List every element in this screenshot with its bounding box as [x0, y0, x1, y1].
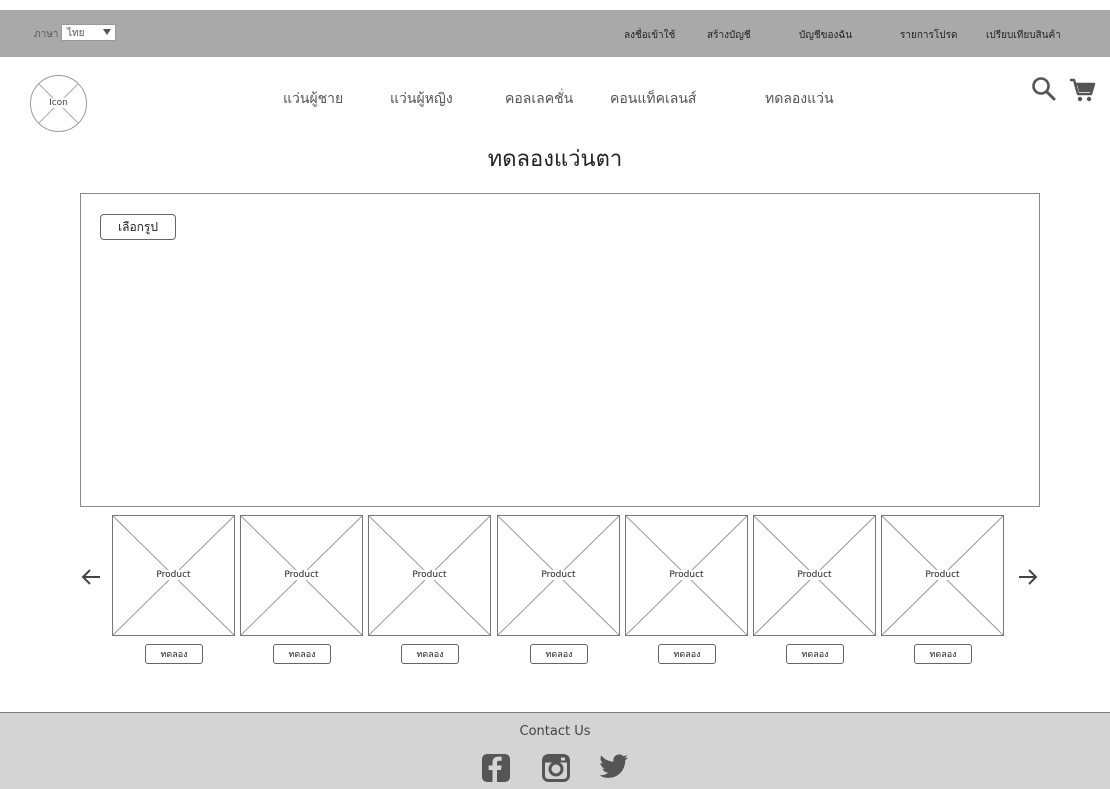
product-label: Product — [282, 570, 321, 580]
search-icon[interactable] — [1031, 76, 1057, 102]
try-on-button[interactable]: ทดลอง — [786, 644, 844, 664]
try-on-canvas[interactable]: เลือกรูป — [80, 193, 1040, 507]
try-on-button[interactable]: ทดลอง — [401, 644, 459, 664]
nav-try-glasses[interactable]: ทดลองแว่น — [765, 88, 834, 110]
twitter-icon[interactable] — [599, 754, 629, 780]
instagram-icon[interactable] — [542, 754, 570, 782]
logo-text: Icon — [47, 98, 70, 108]
nav-contact-lens[interactable]: คอนแท็คเลนส์ — [610, 88, 696, 110]
product-card[interactable]: Product — [497, 515, 620, 636]
language-select[interactable]: ไทย — [61, 24, 116, 41]
product-label: Product — [154, 570, 193, 580]
product-label: Product — [923, 570, 962, 580]
try-on-button[interactable]: ทดลอง — [145, 644, 203, 664]
nav-men-glasses[interactable]: แว่นผู้ชาย — [283, 88, 343, 110]
product-card[interactable]: Product — [368, 515, 491, 636]
login-link[interactable]: ลงชื่อเข้าใช้ — [624, 28, 675, 43]
product-card[interactable]: Product — [753, 515, 876, 636]
arrow-right-icon[interactable] — [1017, 566, 1039, 588]
language-label: ภาษา — [34, 29, 59, 40]
footer: Contact Us — [0, 712, 1110, 789]
wishlist-link[interactable]: รายการโปรด — [900, 28, 957, 43]
chevron-down-icon — [103, 29, 111, 35]
cart-icon[interactable] — [1068, 76, 1096, 104]
page-title: ทดลองแว่นตา — [487, 147, 623, 172]
create-account-link[interactable]: สร้างบัญชี — [707, 28, 751, 43]
contact-us-title: Contact Us — [519, 724, 591, 739]
try-on-button[interactable]: ทดลอง — [658, 644, 716, 664]
choose-photo-button[interactable]: เลือกรูป — [100, 214, 176, 240]
top-utility-bar: ภาษา ไทย ลงชื่อเข้าใช้ สร้างบัญชี บัญชีข… — [0, 10, 1110, 57]
my-account-link[interactable]: บัญชีของฉัน — [799, 28, 852, 43]
compare-products-link[interactable]: เปรียบเทียบสินค้า — [986, 28, 1061, 43]
try-on-button[interactable]: ทดลอง — [914, 644, 972, 664]
product-card[interactable]: Product — [881, 515, 1004, 636]
language-select-value: ไทย — [67, 28, 85, 39]
product-label: Product — [667, 570, 706, 580]
product-card[interactable]: Product — [240, 515, 363, 636]
try-on-button[interactable]: ทดลอง — [273, 644, 331, 664]
nav-collection[interactable]: คอลเลคชั่น — [505, 88, 573, 110]
logo[interactable]: Icon — [30, 75, 87, 132]
product-label: Product — [539, 570, 578, 580]
product-label: Product — [795, 570, 834, 580]
nav-women-glasses[interactable]: แว่นผู้หญิง — [390, 88, 453, 110]
product-label: Product — [410, 570, 449, 580]
try-on-button[interactable]: ทดลอง — [530, 644, 588, 664]
arrow-left-icon[interactable] — [80, 566, 102, 588]
product-card[interactable]: Product — [625, 515, 748, 636]
facebook-icon[interactable] — [482, 754, 510, 782]
product-card[interactable]: Product — [112, 515, 235, 636]
